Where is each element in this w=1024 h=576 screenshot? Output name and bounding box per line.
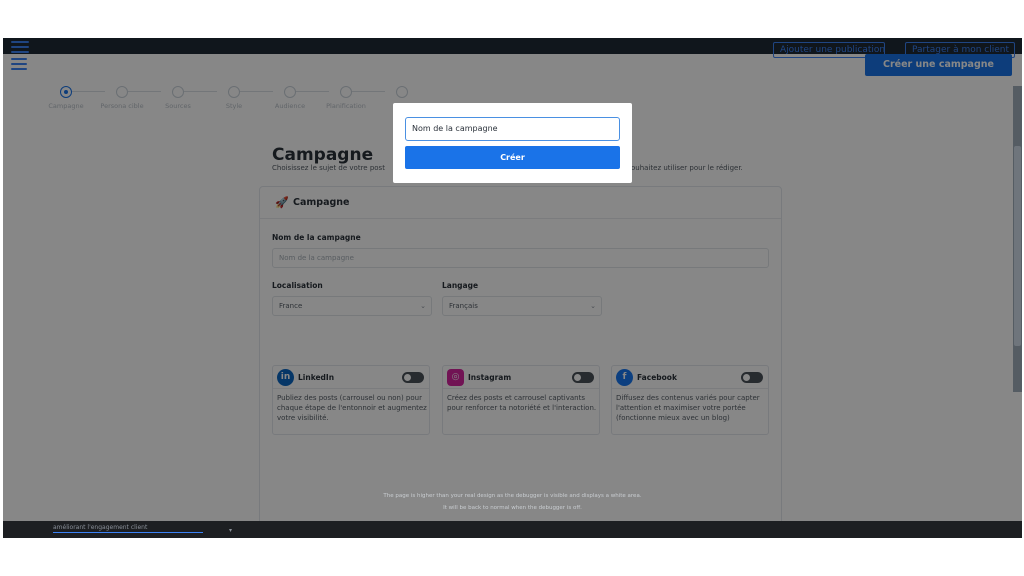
create-campaign-modal: Nom de la campagne Créer xyxy=(393,103,632,183)
debugger-note: The page is higher than your real design… xyxy=(383,493,642,499)
chevron-down-icon[interactable]: ▾ xyxy=(229,527,232,534)
screen: Ajouter une publication Partager à mon c… xyxy=(0,0,1024,576)
scrollbar[interactable] xyxy=(1013,86,1022,392)
debugger-text: améliorant l'engagement client xyxy=(53,524,148,531)
debugger-bar xyxy=(3,521,1022,538)
app-window: Ajouter une publication Partager à mon c… xyxy=(3,38,1022,538)
campaign-name-field[interactable]: Nom de la campagne xyxy=(405,117,620,141)
debugger-underline xyxy=(53,532,203,533)
create-button[interactable]: Créer xyxy=(405,146,620,169)
scrollbar-thumb[interactable] xyxy=(1014,146,1021,346)
debugger-note: It will be back to normal when the debug… xyxy=(443,505,582,511)
